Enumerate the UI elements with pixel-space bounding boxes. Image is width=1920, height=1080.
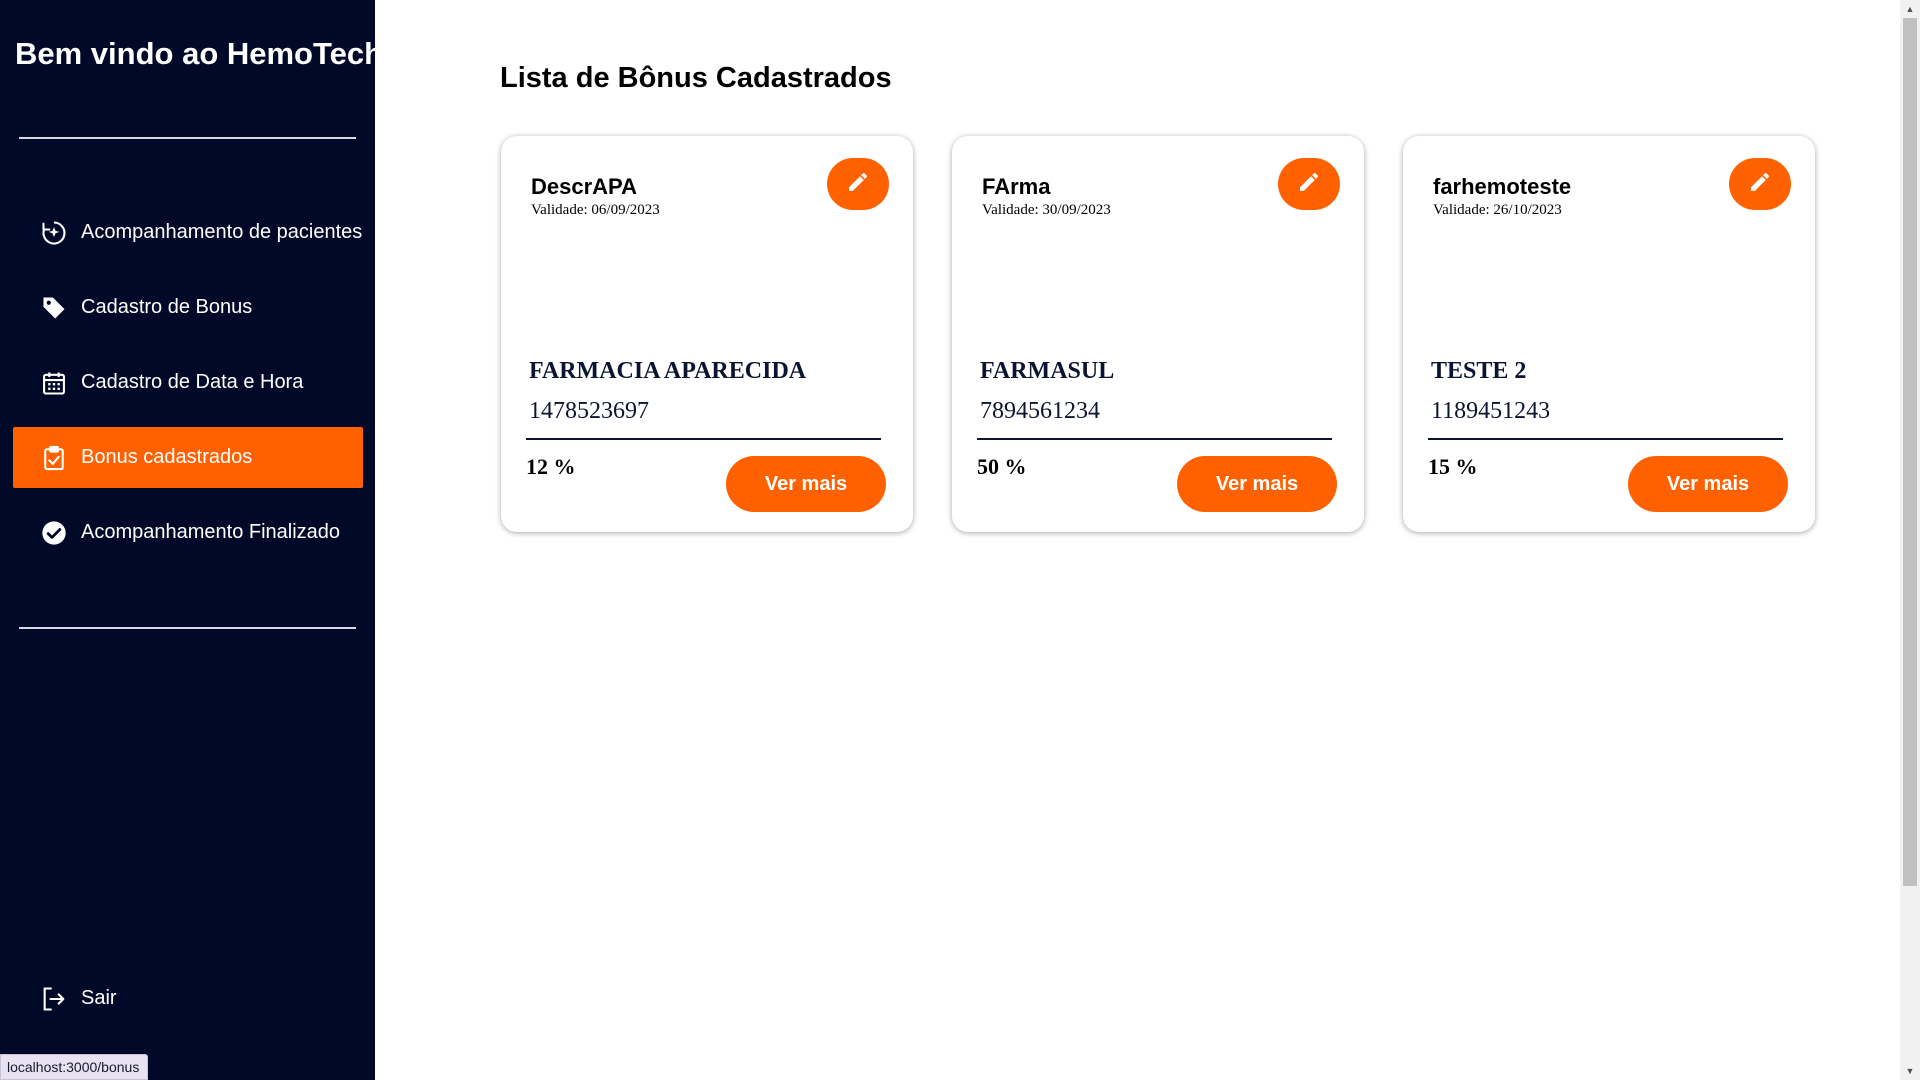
- clipboard-check-icon: [39, 443, 69, 473]
- bonus-name: DescrAPA: [531, 174, 637, 199]
- bonus-validity: Validade: 26/10/2023: [1433, 202, 1562, 218]
- logout-label: Sair: [81, 987, 117, 1009]
- sidebar-item-acompanhamento-finalizado[interactable]: Acompanhamento Finalizado: [13, 502, 363, 563]
- bonus-card: farhemoteste Validade: 26/10/2023 TESTE …: [1403, 136, 1815, 532]
- bonus-card: DescrAPA Validade: 06/09/2023 FARMACIA A…: [501, 136, 913, 532]
- bonus-phone: 1478523697: [529, 398, 649, 424]
- edit-button[interactable]: [1729, 158, 1791, 210]
- bonus-card: FArma Validade: 30/09/2023 FARMASUL 7894…: [952, 136, 1364, 532]
- patient-tracking-icon: [39, 218, 69, 248]
- sidebar: Bem vindo ao HemoTech Acompanhamento de …: [0, 0, 383, 1080]
- sidebar-item-bonus-cadastrados[interactable]: Bonus cadastrados: [13, 427, 363, 488]
- logout-icon: [39, 984, 69, 1014]
- sidebar-item-acompanhamento-pacientes[interactable]: Acompanhamento de pacientes: [13, 202, 363, 263]
- bonus-pharmacy: FARMACIA APARECIDA: [529, 358, 807, 384]
- scroll-up-arrow-icon[interactable]: ▲: [1900, 0, 1920, 18]
- vertical-scrollbar[interactable]: ▲ ▼: [1900, 0, 1920, 1080]
- ver-mais-button[interactable]: Ver mais: [1177, 456, 1337, 512]
- pencil-icon: [1748, 170, 1772, 199]
- card-divider: [526, 438, 881, 440]
- pencil-icon: [1297, 170, 1321, 199]
- scrollbar-thumb[interactable]: [1903, 18, 1917, 886]
- page-title: Lista de Bônus Cadastrados: [500, 62, 892, 94]
- sidebar-item-label: Cadastro de Bonus: [81, 296, 253, 318]
- app-title: Bem vindo ao HemoTech: [15, 36, 384, 71]
- sidebar-item-label: Cadastro de Data e Hora: [81, 371, 304, 393]
- sidebar-divider-top: [19, 137, 356, 139]
- bonus-validity: Validade: 06/09/2023: [531, 202, 660, 218]
- bonus-phone: 1189451243: [1431, 398, 1551, 424]
- logout-button[interactable]: Sair: [13, 968, 363, 1029]
- sidebar-item-label: Acompanhamento Finalizado: [81, 521, 341, 543]
- check-circle-icon: [39, 518, 69, 548]
- bonus-name: farhemoteste: [1433, 174, 1572, 199]
- tag-icon: [39, 293, 69, 323]
- bonus-phone: 7894561234: [980, 398, 1100, 424]
- bonus-discount: 12 %: [526, 454, 576, 479]
- sidebar-divider-bottom: [19, 627, 356, 629]
- bonus-pharmacy: TESTE 2: [1431, 358, 1527, 384]
- card-divider: [977, 438, 1332, 440]
- sidebar-item-cadastro-data-hora[interactable]: Cadastro de Data e Hora: [13, 352, 363, 413]
- ver-mais-button[interactable]: Ver mais: [726, 456, 886, 512]
- bonus-discount: 15 %: [1428, 454, 1478, 479]
- status-bar-url: localhost:3000/bonus: [0, 1054, 149, 1080]
- calendar-icon: [39, 368, 69, 398]
- bonus-discount: 50 %: [977, 454, 1027, 479]
- bonus-pharmacy: FARMASUL: [980, 358, 1115, 384]
- edit-button[interactable]: [1278, 158, 1340, 210]
- bonus-validity: Validade: 30/09/2023: [982, 202, 1111, 218]
- ver-mais-button[interactable]: Ver mais: [1628, 456, 1788, 512]
- sidebar-item-label: Bonus cadastrados: [81, 446, 253, 468]
- sidebar-item-label: Acompanhamento de pacientes: [81, 221, 363, 243]
- pencil-icon: [846, 170, 870, 199]
- bonus-name: FArma: [982, 174, 1051, 199]
- scroll-down-arrow-icon[interactable]: ▼: [1900, 1062, 1920, 1080]
- sidebar-item-cadastro-bonus[interactable]: Cadastro de Bonus: [13, 277, 363, 338]
- edit-button[interactable]: [827, 158, 889, 210]
- card-divider: [1428, 438, 1783, 440]
